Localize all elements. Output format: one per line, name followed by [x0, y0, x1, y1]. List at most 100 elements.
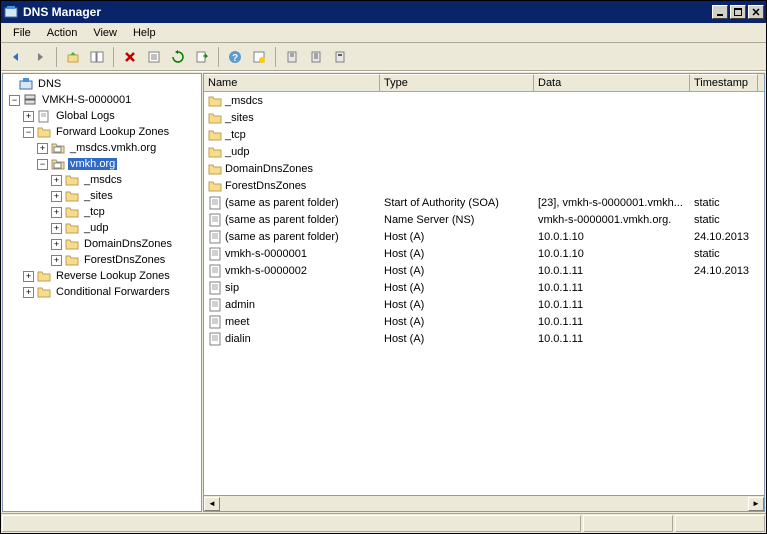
- expand-icon[interactable]: +: [37, 143, 48, 154]
- forward-button[interactable]: [29, 46, 51, 68]
- tree-root-dns[interactable]: DNS: [3, 76, 201, 92]
- cell-data: vmkh-s-0000001.vmkh.org.: [534, 214, 690, 226]
- folder-icon: [36, 125, 52, 139]
- cell-name: DomainDnsZones: [204, 163, 380, 175]
- tree-sub-domaindnszones[interactable]: + DomainDnsZones: [3, 236, 201, 252]
- expand-icon[interactable]: +: [23, 111, 34, 122]
- tree-conditional-forwarders[interactable]: + Conditional Forwarders: [3, 284, 201, 300]
- title-bar: DNS Manager: [1, 1, 766, 23]
- menu-file[interactable]: File: [5, 25, 39, 41]
- delete-button[interactable]: [119, 46, 141, 68]
- tree-sub-forestdnszones[interactable]: + ForestDnsZones: [3, 252, 201, 268]
- column-type[interactable]: Type: [380, 74, 534, 91]
- scroll-left-icon[interactable]: ◄: [204, 497, 220, 511]
- menu-help[interactable]: Help: [125, 25, 164, 41]
- tree-global-logs[interactable]: + Global Logs: [3, 108, 201, 124]
- status-bar: [1, 513, 766, 533]
- status-panel: [2, 515, 581, 532]
- column-name[interactable]: Name: [204, 74, 380, 91]
- cell-timestamp: 24.10.2013: [690, 231, 758, 243]
- cell-data: 10.0.1.11: [534, 265, 690, 277]
- column-data[interactable]: Data: [534, 74, 690, 91]
- collapse-icon[interactable]: −: [9, 95, 20, 106]
- menu-action[interactable]: Action: [39, 25, 86, 41]
- tree-server[interactable]: − VMKH-S-0000001: [3, 92, 201, 108]
- tree-view[interactable]: DNS − VMKH-S-0000001 + Global Logs − For…: [2, 73, 202, 512]
- list-row[interactable]: _msdcs: [204, 92, 764, 109]
- refresh-button[interactable]: [167, 46, 189, 68]
- folder-icon: [208, 95, 222, 107]
- list-row[interactable]: vmkh-s-0000002Host (A)10.0.1.1124.10.201…: [204, 262, 764, 279]
- cell-data: [23], vmkh-s-0000001.vmkh...: [534, 197, 690, 209]
- show-hide-button[interactable]: [86, 46, 108, 68]
- list-row[interactable]: _udp: [204, 143, 764, 160]
- folder-icon: [208, 146, 222, 158]
- menu-view[interactable]: View: [85, 25, 125, 41]
- list-row[interactable]: vmkh-s-0000001Host (A)10.0.1.10static: [204, 245, 764, 262]
- record-icon: [208, 281, 222, 295]
- expand-icon[interactable]: +: [23, 287, 34, 298]
- filter-button-3[interactable]: [329, 46, 351, 68]
- list-header: Name Type Data Timestamp: [204, 74, 764, 92]
- tree-sub-msdcs[interactable]: + _msdcs: [3, 172, 201, 188]
- zone-icon: [50, 141, 66, 155]
- list-row[interactable]: _tcp: [204, 126, 764, 143]
- tree-label: Global Logs: [54, 110, 117, 122]
- cell-type: Host (A): [380, 231, 534, 243]
- row-name: DomainDnsZones: [225, 163, 313, 175]
- list-row[interactable]: sipHost (A)10.0.1.11: [204, 279, 764, 296]
- tree-sub-sites[interactable]: + _sites: [3, 188, 201, 204]
- folder-icon: [64, 189, 80, 203]
- expand-icon[interactable]: +: [51, 255, 62, 266]
- expand-icon[interactable]: +: [23, 271, 34, 282]
- properties-button[interactable]: [143, 46, 165, 68]
- list-row[interactable]: (same as parent folder)Start of Authorit…: [204, 194, 764, 211]
- filter-button-1[interactable]: [281, 46, 303, 68]
- tree-reverse-lookup-zones[interactable]: + Reverse Lookup Zones: [3, 268, 201, 284]
- list-view[interactable]: Name Type Data Timestamp _msdcs _sites_tc…: [203, 73, 765, 496]
- list-row[interactable]: (same as parent folder)Name Server (NS)v…: [204, 211, 764, 228]
- minimize-button[interactable]: [712, 5, 728, 19]
- collapse-icon[interactable]: −: [23, 127, 34, 138]
- tree-zone-vmkh[interactable]: − vmkh.org: [3, 156, 201, 172]
- collapse-icon[interactable]: −: [37, 159, 48, 170]
- column-timestamp[interactable]: Timestamp: [690, 74, 758, 91]
- expand-icon[interactable]: +: [51, 223, 62, 234]
- tree-forward-lookup-zones[interactable]: − Forward Lookup Zones: [3, 124, 201, 140]
- horizontal-scrollbar[interactable]: ◄ ►: [203, 496, 765, 512]
- row-ts: 24.10.2013: [694, 231, 749, 243]
- list-row[interactable]: adminHost (A)10.0.1.11: [204, 296, 764, 313]
- folder-icon: [64, 237, 80, 251]
- list-row[interactable]: dialinHost (A)10.0.1.11: [204, 330, 764, 347]
- row-name: sip: [225, 282, 239, 294]
- filter-button-2[interactable]: [305, 46, 327, 68]
- list-row[interactable]: ForestDnsZones: [204, 177, 764, 194]
- new-record-button[interactable]: [248, 46, 270, 68]
- maximize-button[interactable]: [730, 5, 746, 19]
- row-name: _msdcs: [225, 95, 263, 107]
- up-button[interactable]: [62, 46, 84, 68]
- scroll-right-icon[interactable]: ►: [748, 497, 764, 511]
- expand-icon[interactable]: +: [51, 207, 62, 218]
- expand-icon[interactable]: +: [51, 191, 62, 202]
- list-row[interactable]: (same as parent folder)Host (A)10.0.1.10…: [204, 228, 764, 245]
- folder-icon: [36, 269, 52, 283]
- tree-sub-udp[interactable]: + _udp: [3, 220, 201, 236]
- list-row[interactable]: meetHost (A)10.0.1.11: [204, 313, 764, 330]
- cell-type: Host (A): [380, 248, 534, 260]
- expand-icon[interactable]: +: [51, 239, 62, 250]
- row-data: 10.0.1.10: [538, 231, 584, 243]
- tree-sub-tcp[interactable]: + _tcp: [3, 204, 201, 220]
- cell-name: ForestDnsZones: [204, 180, 380, 192]
- tree-zone-msdcs[interactable]: + _msdcs.vmkh.org: [3, 140, 201, 156]
- help-button[interactable]: ?: [224, 46, 246, 68]
- export-button[interactable]: [191, 46, 213, 68]
- status-panel: [583, 515, 673, 532]
- logs-icon: [36, 109, 52, 123]
- expand-icon[interactable]: +: [51, 175, 62, 186]
- close-button[interactable]: [748, 5, 764, 19]
- list-row[interactable]: _sites: [204, 109, 764, 126]
- back-button[interactable]: [5, 46, 27, 68]
- row-ts: static: [694, 214, 720, 226]
- list-row[interactable]: DomainDnsZones: [204, 160, 764, 177]
